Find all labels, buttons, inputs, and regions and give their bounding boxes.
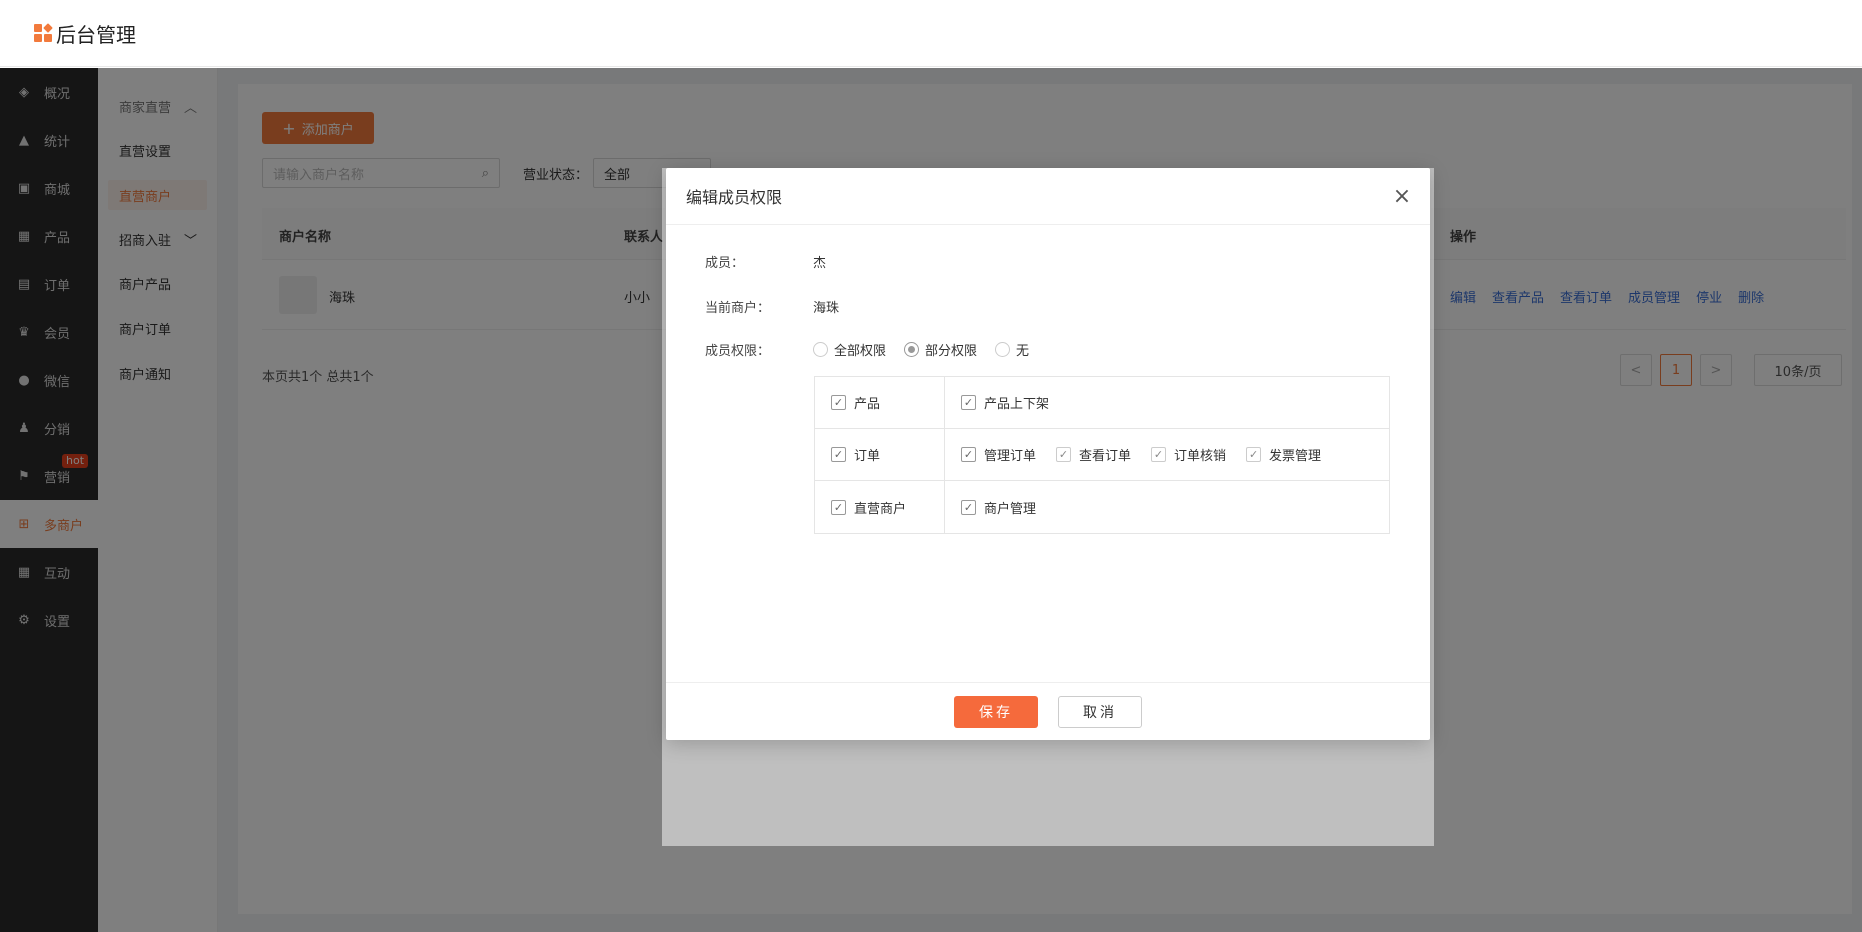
radio-no-permissions[interactable]: 无	[995, 340, 1029, 359]
dialog-title: 编辑成员权限	[686, 188, 783, 207]
checkmark-icon: ✓	[1056, 447, 1072, 462]
checkbox-label: 产品上下架	[984, 397, 1050, 412]
top-bar: 后台管理	[0, 0, 1862, 67]
checkmark-icon: ✓	[831, 447, 846, 462]
checkbox-order-verification[interactable]: ✓ 订单核销	[1151, 445, 1226, 464]
save-button[interactable]: 保存	[954, 695, 1038, 728]
checkbox-view-orders[interactable]: ✓ 查看订单	[1056, 445, 1131, 464]
merchant-label: 当前商户：	[705, 301, 771, 316]
radio-label: 部分权限	[925, 344, 978, 359]
radio-partial-permissions[interactable]: 部分权限	[904, 340, 977, 359]
edit-member-permissions-dialog: 编辑成员权限 × 成员： 杰 当前商户： 海珠 成员权限： 全部权限 部分权限 …	[666, 168, 1430, 740]
checkbox-label: 管理订单	[984, 449, 1037, 464]
checkmark-icon: ✓	[1151, 447, 1167, 462]
radio-label: 全部权限	[834, 344, 887, 359]
checkbox-label: 商户管理	[984, 501, 1037, 517]
checkbox-orders[interactable]: ✓ 订单	[831, 445, 880, 464]
checkmark-icon: ✓	[831, 395, 846, 410]
permission-row-direct-merchants: ✓ 直营商户 ✓ 商户管理	[815, 481, 1389, 533]
permission-table: ✓ 产品 ✓ 产品上下架 ✓ 订单 ✓ 管理订单 ✓ 查看订单 ✓ 订单核销 ✓ 发票管理 ✓…	[814, 376, 1390, 534]
permission-level-row: 成员权限： 全部权限 部分权限 无	[705, 340, 1029, 359]
checkmark-icon: ✓	[961, 447, 976, 462]
checkmark-icon: ✓	[831, 499, 846, 515]
close-icon[interactable]: ×	[1390, 184, 1414, 209]
cancel-button[interactable]: 取消	[1058, 695, 1142, 728]
checkbox-label: 发票管理	[1269, 449, 1322, 464]
checkbox-manage-orders[interactable]: ✓ 管理订单	[961, 445, 1036, 464]
merchant-value: 海珠	[813, 301, 840, 316]
member-label: 成员：	[705, 256, 745, 271]
app-title: 后台管理	[56, 22, 136, 47]
checkmark-icon: ✓	[961, 395, 976, 410]
dialog-header: 编辑成员权限 ×	[666, 168, 1430, 225]
member-value: 杰	[813, 256, 827, 271]
checkbox-label: 产品	[854, 397, 881, 412]
logo-icon	[34, 23, 53, 42]
checkbox-direct-merchants[interactable]: ✓ 直营商户	[831, 498, 906, 517]
merchant-row: 当前商户： 海珠	[705, 297, 839, 316]
checkbox-label: 订单核销	[1174, 449, 1227, 464]
checkbox-merchant-management[interactable]: ✓ 商户管理	[961, 498, 1036, 517]
checkbox-invoice-management[interactable]: ✓ 发票管理	[1246, 445, 1321, 464]
radio-circle	[995, 342, 1011, 357]
permission-row-orders: ✓ 订单 ✓ 管理订单 ✓ 查看订单 ✓ 订单核销 ✓ 发票管理	[815, 429, 1389, 481]
checkbox-label: 直营商户	[854, 501, 907, 517]
checkbox-product-listing[interactable]: ✓ 产品上下架	[961, 393, 1049, 412]
radio-all-permissions[interactable]: 全部权限	[813, 340, 886, 359]
radio-label: 无	[1016, 344, 1030, 359]
permission-label: 成员权限：	[705, 344, 771, 359]
checkmark-icon: ✓	[961, 499, 976, 515]
permission-radio-group: 全部权限 部分权限 无	[813, 340, 1029, 359]
permission-row-products: ✓ 产品 ✓ 产品上下架	[815, 377, 1389, 429]
checkbox-label: 订单	[854, 449, 881, 464]
checkbox-label: 查看订单	[1079, 449, 1132, 464]
checkmark-icon: ✓	[1246, 447, 1262, 462]
radio-circle	[904, 342, 920, 357]
radio-circle	[813, 342, 828, 357]
member-row: 成员： 杰	[705, 252, 826, 271]
dialog-footer: 保存 取消	[666, 682, 1430, 740]
checkbox-products[interactable]: ✓ 产品	[831, 393, 880, 412]
